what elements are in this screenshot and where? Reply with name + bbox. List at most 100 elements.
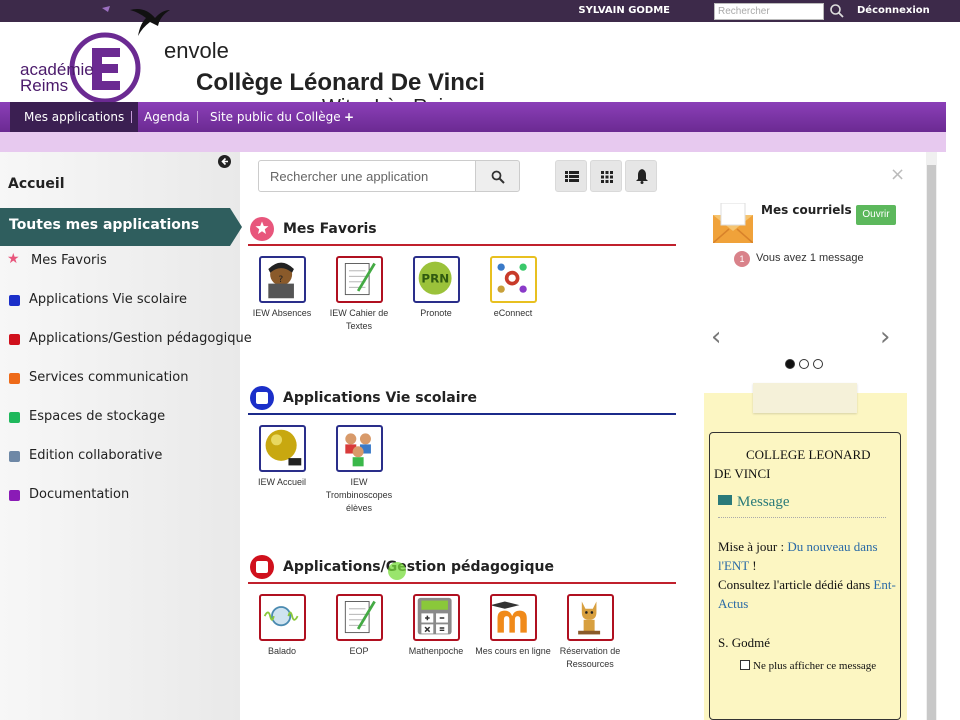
nav-agenda[interactable]: Agenda [130, 102, 204, 132]
close-panel-button[interactable]: × [890, 164, 905, 185]
app-econnect[interactable]: eConnect [475, 256, 551, 320]
category-color-square [9, 334, 20, 345]
global-search-input[interactable] [714, 3, 824, 20]
section-title: Applications/Gestion pédagogique [283, 559, 554, 575]
college-name: Collège Léonard De Vinci [196, 69, 485, 96]
globe-icon [258, 425, 306, 472]
site-header: académie Reims envole Collège Léonard De… [0, 6, 960, 118]
category-color-square [9, 451, 20, 462]
square-badge-icon [250, 386, 274, 410]
app-name: Balado [267, 646, 297, 656]
square-badge-icon [250, 555, 274, 579]
carousel-next-button[interactable]: › [880, 322, 890, 352]
section-title: Applications Vie scolaire [283, 390, 477, 406]
svg-text:?: ? [278, 275, 283, 285]
sticky-note-tape [753, 383, 857, 413]
pronote-icon: PRN [412, 256, 460, 303]
carousel-dot-active[interactable] [785, 359, 795, 369]
sidebar-item-documentation[interactable]: Documentation [0, 484, 232, 508]
logout-link[interactable]: Déconnexion [857, 5, 930, 16]
envole-logo-text: envole [164, 38, 229, 63]
category-color-square [9, 295, 20, 306]
section-vie-scolaire: Applications Vie scolaire [248, 382, 676, 415]
carousel-dot[interactable] [799, 359, 809, 369]
sidebar-item-label: Edition collaborative [29, 448, 163, 463]
dotted-divider [718, 517, 886, 518]
search-icon[interactable] [829, 3, 845, 19]
app-iew-cahier-textes[interactable]: IEW Cahier de Textes [321, 256, 397, 333]
nav-subbar [0, 132, 946, 152]
svg-text:PRN: PRN [421, 272, 449, 286]
calculator-icon [412, 594, 460, 641]
app-search-button[interactable] [475, 160, 520, 192]
sidebar-home[interactable]: Accueil [8, 176, 65, 192]
list-icon [565, 171, 579, 182]
sidebar-item-label: Documentation [29, 487, 130, 502]
sidebar-all-apps[interactable]: Toutes mes applications [0, 208, 242, 246]
section-title: Mes Favoris [283, 221, 377, 237]
app-balado[interactable]: Balado [244, 594, 320, 658]
app-name: Pronote [420, 308, 452, 318]
sidebar-item-gestion-pedagogique[interactable]: Applications/Gestion pédagogique [0, 328, 252, 352]
message-card-title: COLLEGE LEONARD DE VINCI [714, 447, 871, 481]
app-iew-accueil[interactable]: IEW Accueil [244, 425, 320, 489]
notifications-button[interactable] [625, 160, 657, 192]
app-name: IEW Absences [252, 308, 312, 318]
grid-view-button[interactable] [590, 160, 622, 192]
sidebar-item-mes-favoris[interactable]: ★ Mes Favoris [0, 250, 232, 274]
carousel-dot[interactable] [813, 359, 823, 369]
username[interactable]: SYLVAIN GODME [578, 5, 670, 16]
section-divider [248, 413, 676, 415]
message-signature: S. Godmé [718, 635, 770, 650]
star-badge-icon [250, 217, 274, 241]
sidebar-item-label: Applications Vie scolaire [29, 292, 188, 307]
sidebar-item-edition-collaborative[interactable]: Edition collaborative [0, 445, 232, 469]
sidebar-item-label: Mes Favoris [31, 253, 107, 268]
app-name: eConnect [493, 308, 533, 318]
app-name: IEW Trombinoscopes élèves [325, 477, 393, 513]
sidebar-all-apps-label: Toutes mes applications [9, 217, 200, 233]
checkbox-label: Ne plus afficher ce message [753, 660, 877, 672]
app-mes-cours[interactable]: Mes cours en ligne [475, 594, 551, 658]
star-icon: ★ [7, 250, 20, 266]
app-name: IEW Accueil [257, 477, 306, 487]
mail-title: Mes courriels [761, 203, 852, 217]
dog-icon [566, 594, 614, 641]
nav-add-button[interactable]: + [330, 102, 368, 132]
app-eop[interactable]: EOP [321, 594, 397, 658]
bird-icon [102, 6, 170, 36]
app-name: Réservation de Ressources [559, 646, 621, 669]
app-mathenpoche[interactable]: Mathenpoche [398, 594, 474, 658]
app-iew-trombinoscopes[interactable]: IEW Trombinoscopes élèves [321, 425, 397, 515]
list-view-button[interactable] [555, 160, 587, 192]
app-pronote[interactable]: PRN Pronote [398, 256, 474, 320]
sidebar-item-services-communication[interactable]: Services communication [0, 367, 232, 391]
scrollbar-thumb[interactable] [927, 165, 936, 720]
collapse-sidebar-icon[interactable] [218, 155, 231, 168]
absences-icon: ? [258, 256, 306, 303]
notebook-icon [335, 594, 383, 641]
carousel-prev-button[interactable]: ‹ [711, 322, 721, 352]
message-count-badge: 1 [734, 251, 750, 267]
sidebar-item-vie-scolaire[interactable]: Applications Vie scolaire [0, 289, 232, 313]
app-name: EOP [349, 646, 369, 656]
app-reservation-ressources[interactable]: Réservation de Ressources [552, 594, 628, 671]
moodle-icon [489, 594, 537, 641]
category-color-square [9, 490, 20, 501]
app-search-input[interactable] [258, 160, 476, 192]
open-mail-button[interactable]: Ouvrir [856, 205, 896, 225]
section-mes-favoris: Mes Favoris [248, 213, 676, 246]
app-name: Mes cours en ligne [475, 646, 551, 656]
nav-mes-applications[interactable]: Mes applications [10, 102, 139, 132]
notebook-icon [335, 256, 383, 303]
checkbox[interactable] [740, 660, 750, 670]
message-label: Message [718, 494, 790, 511]
message-card: COLLEGE LEONARD DE VINCI Message Mise à … [709, 432, 901, 720]
app-iew-absences[interactable]: ? IEW Absences [244, 256, 320, 320]
app-name: Mathenpoche [408, 646, 464, 656]
students-icon [335, 425, 383, 472]
main-nav: Mes applications Agenda Site public du C… [0, 102, 946, 132]
sidebar-item-espaces-stockage[interactable]: Espaces de stockage [0, 406, 232, 430]
category-color-square [9, 412, 20, 423]
hide-message-checkbox[interactable]: Ne plus afficher ce message [740, 660, 876, 672]
